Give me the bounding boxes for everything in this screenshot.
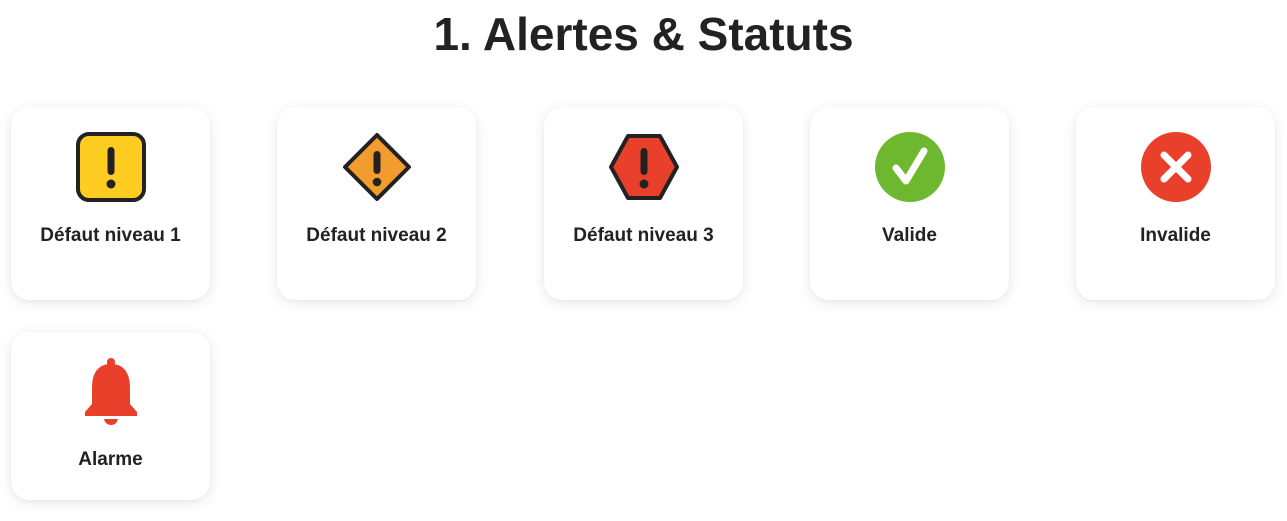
card-label: Défaut niveau 3 [573, 225, 714, 246]
bell-icon [75, 356, 147, 428]
card-valid[interactable]: Valide [810, 107, 1009, 300]
card-default-level-1[interactable]: Défaut niveau 1 [11, 107, 210, 300]
card-alarm[interactable]: Alarme [11, 332, 210, 500]
card-label: Invalide [1140, 225, 1211, 246]
warning-diamond-icon [341, 131, 413, 203]
card-label: Alarme [78, 449, 143, 470]
card-label: Défaut niveau 2 [306, 225, 447, 246]
warning-hexagon-icon [608, 131, 680, 203]
page-title: 1. Alertes & Statuts [433, 8, 854, 60]
card-label: Valide [882, 225, 937, 246]
card-label: Défaut niveau 1 [40, 225, 181, 246]
warning-square-icon [75, 131, 147, 203]
check-circle-icon [874, 131, 946, 203]
card-default-level-2[interactable]: Défaut niveau 2 [277, 107, 476, 300]
card-default-level-3[interactable]: Défaut niveau 3 [544, 107, 743, 300]
cross-circle-icon [1140, 131, 1212, 203]
card-invalid[interactable]: Invalide [1076, 107, 1275, 300]
